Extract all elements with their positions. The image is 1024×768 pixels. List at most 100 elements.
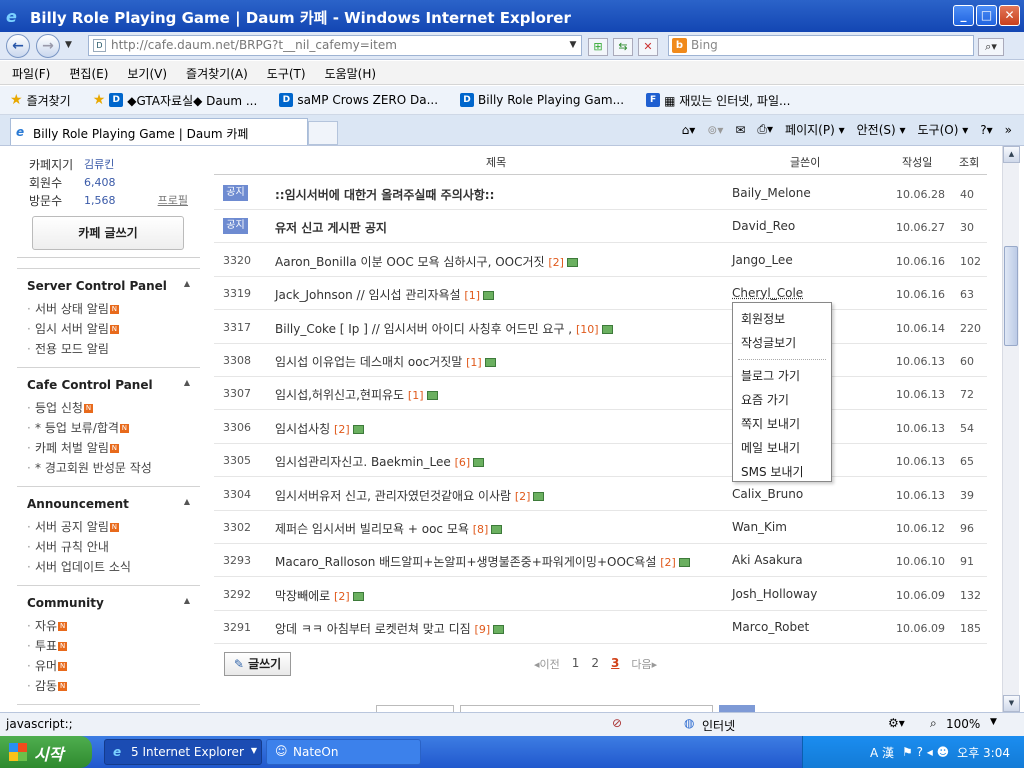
table-row[interactable]: 3307 임시섭,허위신고,현피유도 [1] 10.06.13 72: [214, 377, 987, 411]
table-row[interactable]: 3317 Billy_Coke [ Ip ] // 임시서버 아이디 사칭후 어드…: [214, 311, 987, 344]
table-row[interactable]: 공지 유저 신고 게시판 공지 David_Reo 10.06.27 30: [214, 210, 987, 244]
menu-file[interactable]: 파일(F): [12, 65, 50, 84]
post-title-link[interactable]: Aaron_Bonilla 이분 OOC 모욕 심하시구, OOC거짓 [2]: [275, 253, 578, 270]
home-icon[interactable]: ⌂▾: [682, 123, 696, 137]
post-title-link[interactable]: 막장빼에로 [2]: [275, 587, 364, 604]
fav-item-billy[interactable]: D Billy Role Playing Gam...: [460, 93, 624, 107]
safety-menu[interactable]: 안전(S) ▾: [857, 121, 906, 138]
comment-count[interactable]: [1]: [408, 389, 424, 402]
comment-count[interactable]: [2]: [334, 423, 350, 436]
writer-link[interactable]: Calix_Bruno: [732, 487, 803, 501]
manager-link[interactable]: 김류킨: [84, 156, 114, 174]
menu-item[interactable]: 등업 신청N: [27, 398, 190, 418]
vertical-scrollbar[interactable]: ▲ ▼: [1002, 146, 1020, 712]
collapse-icon[interactable]: ▲: [184, 279, 190, 293]
writer-link[interactable]: Jango_Lee: [732, 253, 793, 267]
write-button[interactable]: ✎ 글쓰기: [224, 652, 291, 676]
ctx-blog[interactable]: 블로그 가기: [733, 364, 831, 388]
url-dropdown-icon[interactable]: ▼: [565, 36, 581, 55]
search-category-select[interactable]: [376, 705, 454, 712]
tab-billy[interactable]: e Billy Role Playing Game | Daum 카페: [10, 118, 308, 145]
search-input[interactable]: b Bing: [668, 35, 974, 56]
table-row[interactable]: 공지::임시서버에 대한거 올려주실때 주의사항:: Baily_Melone 10…: [214, 177, 987, 210]
menu-item[interactable]: 투표N: [27, 636, 190, 656]
menu-help[interactable]: 도움말(H): [325, 65, 377, 84]
comment-count[interactable]: [2]: [548, 256, 564, 269]
table-row[interactable]: 3320 Aaron_Bonilla 이분 OOC 모욕 심하시구, OOC거짓 …: [214, 244, 987, 277]
fav-item-fun[interactable]: F ▦ 재밌는 인터넷, 파일...: [646, 92, 790, 109]
next-page-link[interactable]: 다음▸: [631, 656, 657, 672]
menu-item[interactable]: * 등업 보류/합격N: [27, 418, 190, 438]
menu-item[interactable]: 전용 모드 알림: [27, 339, 190, 359]
writer-link[interactable]: Cheryl_Cole: [732, 286, 803, 300]
menu-item[interactable]: 카페 처벌 알림N: [27, 438, 190, 458]
zoom-level[interactable]: 100%: [946, 717, 980, 731]
feeds-icon[interactable]: ⊚▾: [707, 123, 723, 137]
ctx-message[interactable]: 쪽지 보내기: [733, 412, 831, 436]
taskbar-ie-group[interactable]: e 5 Internet Explorer ▼: [104, 739, 262, 765]
writer-link[interactable]: David_Reo: [732, 219, 795, 233]
writer-link[interactable]: Wan_Kim: [732, 520, 787, 534]
post-title-link[interactable]: 임시섭,허위신고,현피유도 [1]: [275, 386, 438, 403]
table-row[interactable]: 3302 제퍼슨 임시서버 빌리모욕 + ooc 모욕 [8] Wan_Kim 10.…: [214, 511, 987, 544]
compat-view-icon[interactable]: ⊞: [588, 38, 608, 56]
menu-favorites[interactable]: 즐겨찾기(A): [186, 65, 248, 84]
fav-item-gta[interactable]: ★ D ◆GTA자료실◆ Daum ...: [93, 92, 258, 109]
menu-item[interactable]: 서버 공지 알림N: [27, 517, 190, 537]
post-title-link[interactable]: 임시섭 이유업는 데스매치 ooc거짓말 [1]: [275, 353, 496, 370]
stop-icon[interactable]: ✕: [638, 38, 658, 56]
table-row[interactable]: 3292 막장빼에로 [2] Josh_Holloway 10.06.09 132: [214, 578, 987, 611]
table-row[interactable]: 3306 임시섭사칭 [2] 10.06.13 54: [214, 411, 987, 444]
post-title-link[interactable]: 임시섭사칭 [2]: [275, 420, 364, 437]
url-input[interactable]: D http://cafe.daum.net/BRPG?t__nil_cafem…: [88, 35, 582, 56]
new-tab-button[interactable]: [308, 121, 338, 145]
tools-menu[interactable]: 도구(O) ▾: [918, 121, 969, 138]
favorites-button[interactable]: ★ 즐겨찾기: [10, 92, 71, 109]
more-chevron-icon[interactable]: »: [1005, 123, 1012, 137]
refresh-icon[interactable]: ⇆: [613, 38, 633, 56]
comment-count[interactable]: [2]: [515, 490, 531, 503]
back-button[interactable]: ←: [6, 34, 30, 58]
table-row[interactable]: 3293 Macaro_Ralloson 배드알피+논알피+생명불존중+파워게이밍…: [214, 544, 987, 578]
menu-item[interactable]: 서버 업데이트 소식: [27, 557, 190, 577]
profile-link[interactable]: 프로필: [158, 192, 188, 210]
taskbar-nateon[interactable]: ☺ NateOn: [266, 739, 421, 765]
help-menu[interactable]: ?▾: [980, 123, 992, 137]
menu-item[interactable]: 서버 규칙 안내: [27, 537, 190, 557]
board-search-input[interactable]: [460, 705, 713, 712]
scroll-thumb[interactable]: [1004, 246, 1018, 346]
post-title-link[interactable]: Billy_Coke [ Ip ] // 임시서버 아이디 사칭후 어드민 요구…: [275, 320, 613, 337]
writer-link[interactable]: Josh_Holloway: [732, 587, 817, 601]
current-page[interactable]: 3: [611, 656, 619, 672]
menu-view[interactable]: 보기(V): [127, 65, 167, 84]
minimize-button[interactable]: _: [953, 5, 974, 26]
protected-mode-icon[interactable]: ⚙▾: [888, 716, 905, 730]
privacy-icon[interactable]: ⊘: [612, 716, 622, 730]
collapse-icon[interactable]: ▲: [184, 497, 190, 511]
menu-tools[interactable]: 도구(T): [267, 65, 306, 84]
menu-edit[interactable]: 편집(E): [69, 65, 108, 84]
scroll-up-icon[interactable]: ▲: [1003, 146, 1020, 163]
comment-count[interactable]: [10]: [576, 323, 599, 336]
zoom-dropdown-icon[interactable]: ▼: [990, 717, 997, 727]
start-button[interactable]: 시작: [0, 736, 92, 768]
comment-count[interactable]: [9]: [475, 623, 491, 636]
print-icon[interactable]: ⎙▾: [757, 122, 773, 137]
ctx-view-posts[interactable]: 작성글보기: [733, 331, 831, 355]
post-title-link[interactable]: Macaro_Ralloson 배드알피+논알피+생명불존중+파워게이밍+OOC…: [275, 553, 690, 570]
page-menu[interactable]: 페이지(P) ▾: [785, 121, 845, 138]
comment-count[interactable]: [2]: [660, 556, 676, 569]
menu-item[interactable]: 자유N: [27, 616, 190, 636]
cafe-write-button[interactable]: 카페 글쓰기: [32, 216, 184, 250]
writer-link[interactable]: Marco_Robet: [732, 620, 809, 634]
prev-page-link[interactable]: ◂이전: [534, 656, 560, 672]
ime-indicator[interactable]: A 漢: [870, 744, 894, 761]
history-dropdown-icon[interactable]: ▼: [65, 40, 72, 50]
collapse-icon[interactable]: ▲: [184, 378, 190, 392]
table-row[interactable]: 3319 Jack_Johnson // 임시섭 관리자욕설 [1] Cheryl_…: [214, 277, 987, 311]
table-row[interactable]: 3291 앙데 ㅋㅋ 아침부터 로켓런쳐 맞고 디짐 [9] Marco_Robet…: [214, 611, 987, 645]
collapse-icon[interactable]: ▲: [184, 596, 190, 610]
page-link[interactable]: 2: [591, 656, 599, 672]
post-title-link[interactable]: 유저 신고 게시판 공지: [275, 219, 387, 236]
menu-item[interactable]: 감동N: [27, 676, 190, 696]
